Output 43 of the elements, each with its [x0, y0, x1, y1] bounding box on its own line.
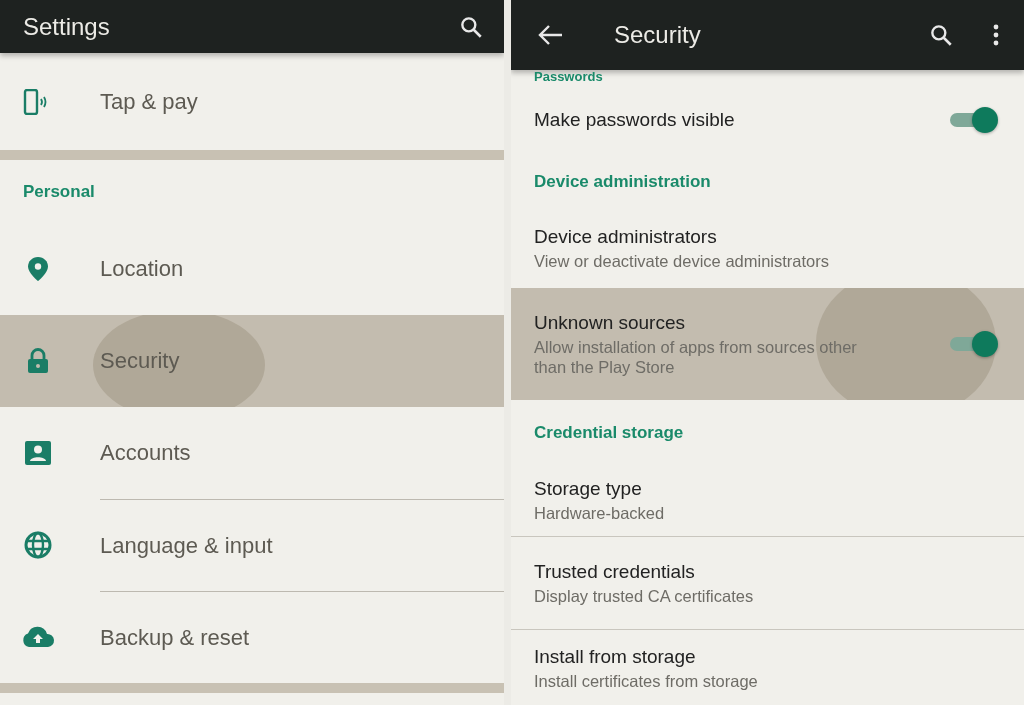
- toggle-switch[interactable]: [950, 331, 998, 357]
- section-header: Device administration: [534, 172, 711, 192]
- preference-summary: Display trusted CA certificates: [534, 585, 755, 606]
- preference-item[interactable]: Device administrators View or deactivate device administrators: [511, 208, 1024, 288]
- search-icon[interactable]: [928, 22, 954, 48]
- account-icon: [25, 441, 51, 465]
- item-label: Backup & reset: [100, 624, 250, 651]
- preference-title: Unknown sources: [534, 311, 687, 334]
- preference-title: Install from storage: [534, 646, 697, 668]
- back-arrow-icon[interactable]: [538, 24, 564, 46]
- preference-item[interactable]: Install from storage Install certificates from storage: [511, 630, 1024, 705]
- screen-title: Security: [614, 21, 701, 49]
- preference-title: Storage type: [534, 478, 643, 500]
- section-header: Credential storage: [534, 422, 684, 443]
- settings-item[interactable]: Tap & pay: [0, 53, 504, 150]
- item-label: Security: [100, 348, 180, 374]
- toggle-switch[interactable]: [950, 107, 998, 133]
- preference-title: Make passwords visible: [534, 109, 736, 131]
- preference-title: Device administrators: [534, 225, 718, 248]
- item-label: Accounts: [100, 440, 191, 466]
- location-pin-icon: [27, 256, 49, 282]
- globe-icon: [24, 531, 52, 559]
- lock-icon: [27, 348, 49, 374]
- section-header: Personal: [23, 181, 95, 202]
- more-options-icon[interactable]: [992, 24, 1000, 46]
- preference-title: Trusted credentials: [534, 560, 696, 583]
- cloud-upload-icon: [21, 626, 55, 648]
- screen-title: Settings: [23, 12, 110, 41]
- preference-item[interactable]: Storage type Hardware-backed: [511, 465, 1024, 537]
- section-header: Passwords: [534, 70, 603, 84]
- settings-item[interactable]: Accounts: [0, 407, 504, 499]
- preference-item[interactable]: Trusted credentials Display trusted CA certificates: [511, 537, 1024, 630]
- preference-summary: View or deactivate device administrators: [534, 250, 830, 271]
- item-label: Language & input: [100, 532, 273, 559]
- preference-summary: Hardware-backed: [534, 503, 666, 523]
- item-label: Tap & pay: [100, 88, 198, 115]
- item-label: Location: [100, 256, 184, 282]
- preference-summary: Allow installation of apps from sources other than the Play Store: [534, 336, 858, 377]
- preference-item[interactable]: Unknown sources Allow installation of apps from sources other than the Play Store: [511, 288, 1024, 400]
- settings-item[interactable]: Location: [0, 223, 504, 315]
- preference-summary: Install certificates from storage: [534, 671, 759, 691]
- preference-item[interactable]: Make passwords visible: [511, 84, 1024, 156]
- settings-item[interactable]: Language & input: [0, 499, 504, 591]
